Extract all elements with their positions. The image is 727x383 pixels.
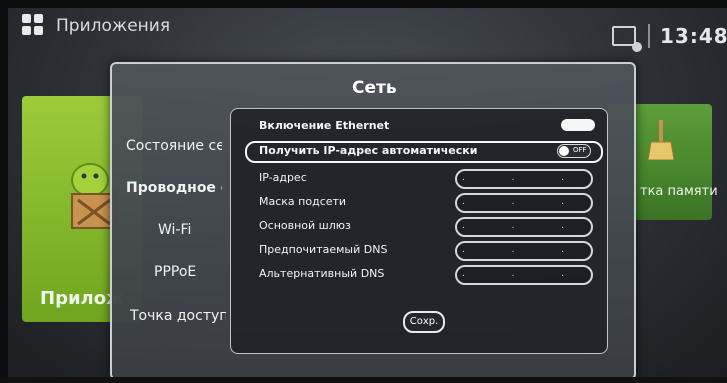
broom-icon [647,120,675,160]
preferred-dns-label: Предпочитаемый DNS [259,243,388,256]
subnet-mask-label: Маска подсети [259,195,347,208]
menu-item-hotspot[interactable]: Точка доступ [130,308,226,324]
menu-item-status[interactable]: Состояние се [126,138,222,154]
wired-settings-panel: Включение Ethernet Получить IP-адрес авт… [230,108,608,354]
screen-bezel-top [0,0,727,8]
screen-bezel-left [0,0,8,383]
ip-address-input[interactable]: . . . [455,169,593,189]
ethernet-toggle[interactable] [561,119,595,131]
auto-ip-toggle-state: OFF [573,146,587,154]
save-button[interactable]: Сохр. [403,311,445,333]
gateway-label: Основной шлюз [259,219,351,232]
auto-ip-label: Получить IP-адрес автоматически [259,144,478,157]
topbar-divider [648,24,650,48]
screen-bezel-bottom [0,377,727,383]
apps-grid-icon[interactable] [22,14,44,36]
memory-cleaner-label: тка памяти [640,184,718,199]
auto-ip-toggle[interactable]: OFF [557,144,591,158]
preferred-dns-input[interactable]: . . . [455,241,593,261]
ethernet-enable-label: Включение Ethernet [259,119,390,132]
alternate-dns-input[interactable]: . . . [455,265,593,285]
subnet-mask-input[interactable]: . . . [455,193,593,213]
ip-address-label: IP-адрес [259,171,307,184]
network-disconnected-icon [612,26,642,52]
menu-item-wired[interactable]: Проводное со [126,180,222,196]
clock: 13:48 [660,24,727,48]
apps-title: Приложения [56,16,171,36]
dialog-title: Сеть [352,78,397,98]
network-dialog: Сеть Состояние се Проводное со Wi-Fi PPP… [110,62,636,380]
gateway-input[interactable]: . . . [455,217,593,237]
alternate-dns-label: Альтернативный DNS [259,267,385,280]
